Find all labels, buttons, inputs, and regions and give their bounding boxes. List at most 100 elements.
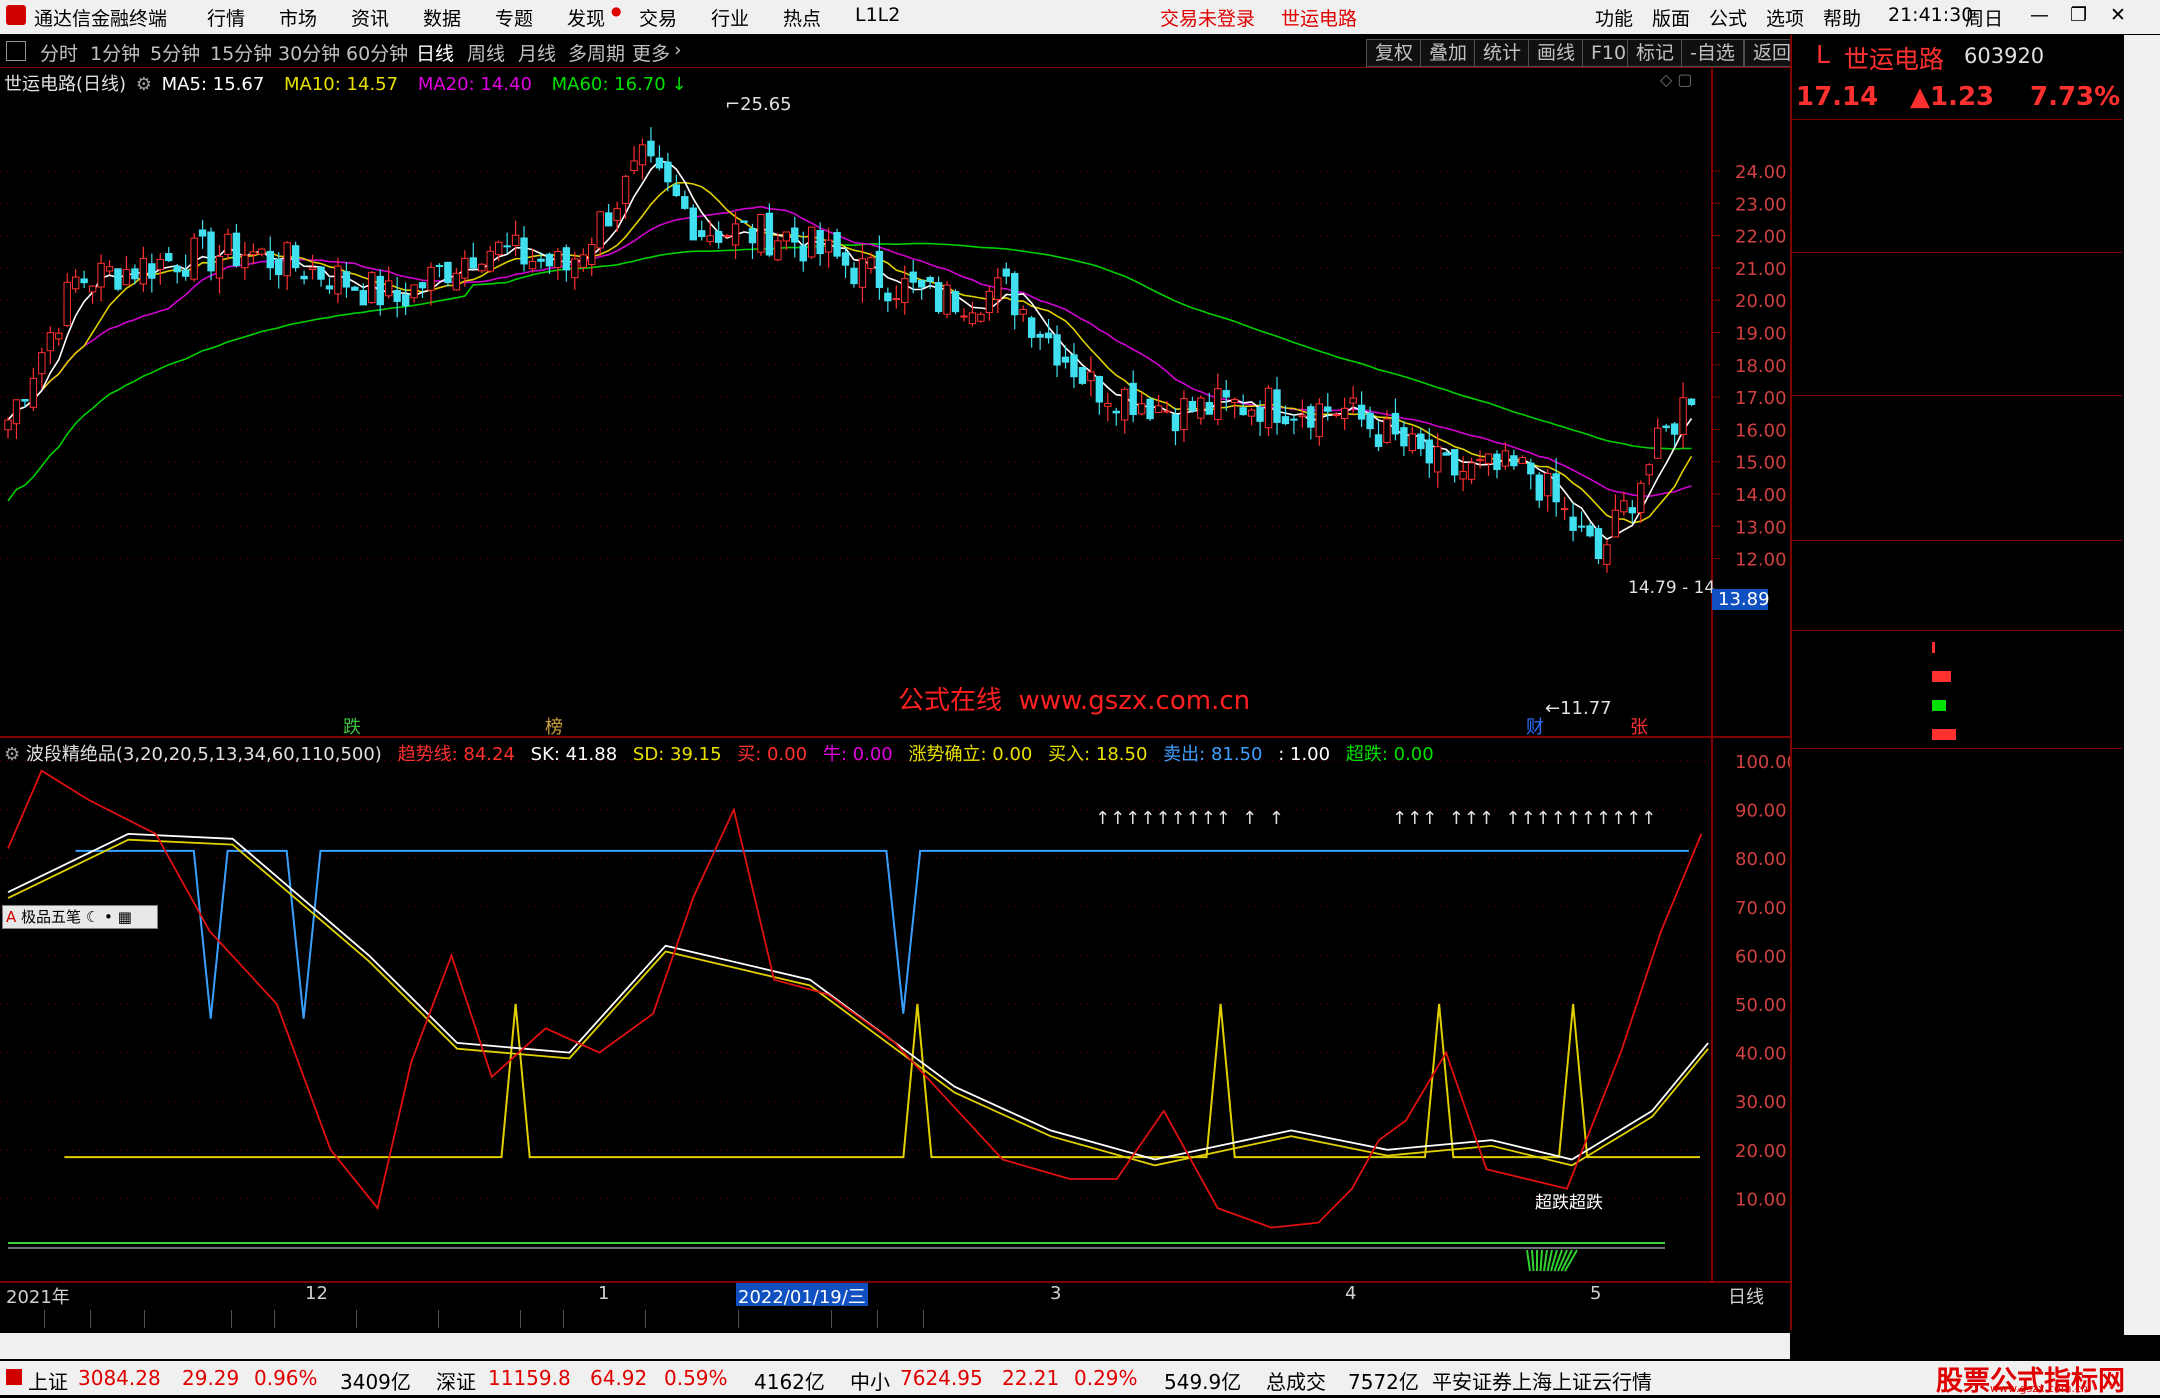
ma20-label: MA20: 14.40 (417, 74, 532, 95)
period-multi[interactable]: 多周期 (568, 39, 625, 66)
candle-body (97, 262, 105, 288)
flow-row (1792, 721, 2122, 748)
menu-item-gongshi[interactable]: 公式 (1709, 4, 1747, 31)
candle-body (977, 313, 985, 322)
sh-label[interactable]: 上证 (28, 1366, 68, 1395)
period-fenshi[interactable]: 分时 (40, 39, 78, 66)
y-tick-label: 19.00 (1735, 324, 1787, 345)
settings-icon[interactable]: ⚙ (136, 74, 152, 95)
chevron-right-icon[interactable]: › (674, 39, 682, 61)
tick-row (1792, 779, 2122, 806)
candle-body (1383, 418, 1391, 443)
y-tick-label: 15.00 (1735, 453, 1787, 474)
candle-body (1146, 398, 1154, 420)
menu-item-hangye[interactable]: 行业 (711, 4, 749, 31)
period-more[interactable]: 更多 (632, 39, 670, 66)
ask-row[interactable] (1792, 177, 2122, 204)
menu-item-gongneng[interactable]: 功能 (1595, 4, 1633, 31)
clock: 21:41:30 (1888, 4, 1974, 26)
close-icon[interactable]: ✕ (2110, 4, 2126, 26)
period-15min[interactable]: 15分钟 (210, 39, 272, 66)
period-5min[interactable]: 5分钟 (150, 39, 200, 66)
candle-body (1222, 390, 1230, 398)
restore-icon[interactable]: ❐ (2070, 4, 2087, 26)
marker-bang: 榜 (545, 717, 563, 738)
candle-body (1112, 410, 1120, 414)
candle-body (1501, 450, 1510, 467)
stat-row (1792, 483, 2122, 510)
candle-body (1535, 474, 1543, 501)
ind-y-tick-label: 70.00 (1735, 898, 1787, 919)
ime-toolbar[interactable]: A 极品五笔 ☾ • ▦ (2, 905, 158, 929)
menu-item-banmian[interactable]: 版面 (1652, 4, 1690, 31)
menu-item-hangqing[interactable]: 行情 (207, 4, 245, 31)
ime-a-icon[interactable]: A (6, 908, 16, 926)
minimize-icon[interactable]: — (2030, 4, 2049, 26)
candle-body (520, 237, 528, 265)
zx-label[interactable]: 中小 (850, 1366, 890, 1395)
candle-body (105, 266, 114, 272)
tab-separator (274, 1310, 275, 1328)
period-monthly[interactable]: 月线 (518, 39, 556, 66)
menu-item-shuju[interactable]: 数据 (423, 4, 461, 31)
period-60min[interactable]: 60分钟 (346, 39, 408, 66)
menu-dot-icon: ● (611, 4, 622, 18)
period-1min[interactable]: 1分钟 (90, 39, 140, 66)
low-label: ←11.77 (1545, 698, 1612, 719)
sz-label[interactable]: 深证 (436, 1366, 476, 1395)
candle-body (604, 212, 613, 227)
bid-row[interactable] (1792, 365, 2122, 392)
menu-item-bangzhu[interactable]: 帮助 (1823, 4, 1861, 31)
candle-body (613, 208, 621, 221)
ind-value-chaodie: 超跌: 0.00 (1345, 744, 1434, 765)
menu-item-l1l2[interactable]: L1L2 (855, 4, 900, 26)
bid-row[interactable] (1792, 257, 2122, 284)
indicator-tabs (0, 1306, 1790, 1332)
ime-keyboard-icon[interactable]: ▦ (118, 908, 132, 926)
menu-item-redian[interactable]: 热点 (783, 4, 821, 31)
tool-zixuan[interactable]: -自选 (1681, 39, 1744, 67)
panel-toggle-icon[interactable] (6, 41, 26, 61)
menu-item-jiaoyi[interactable]: 交易 (639, 4, 677, 31)
tool-huaxian[interactable]: 画线 (1528, 39, 1585, 67)
chart-corner-icons[interactable]: ◇ ▢ (1660, 70, 1693, 89)
tool-fuquan[interactable]: 复权 (1366, 39, 1423, 67)
ask-row[interactable] (1792, 123, 2122, 150)
ime-moon-icon[interactable]: ☾ • (86, 908, 113, 926)
menu-item-zhuanti[interactable]: 专题 (495, 4, 533, 31)
candle-body (562, 247, 571, 271)
candle-body (1247, 409, 1256, 417)
menu-item-xuanxiang[interactable]: 选项 (1766, 4, 1804, 31)
ask-row[interactable] (1792, 231, 2122, 258)
ask-row[interactable] (1792, 204, 2122, 231)
candle-body (1121, 388, 1129, 421)
last-price: 17.14 (1796, 82, 1879, 112)
broker-name[interactable]: 平安证券上海上证云行情 (1432, 1366, 1652, 1395)
period-weekly[interactable]: 周线 (467, 39, 505, 66)
kline-chart[interactable]: 24.00 23.00 22.00 21.00 20.00 19.00 18.00 17.00… (0, 68, 1790, 1283)
tool-biaoji[interactable]: 标记 (1627, 39, 1684, 67)
ma5-path (7, 160, 1693, 541)
extension-tabs (0, 1333, 1790, 1359)
sh-amount: 3409亿 (340, 1370, 411, 1394)
login-status[interactable]: 交易未登录 (1160, 4, 1255, 31)
bid-row[interactable] (1792, 338, 2122, 365)
candle-body (731, 223, 740, 246)
candle-body (960, 315, 968, 318)
period-daily[interactable]: 日线 (416, 39, 454, 66)
menu-item-shichang[interactable]: 市场 (279, 4, 317, 31)
period-toolbar: 分时 1分钟 5分钟 15分钟 30分钟 60分钟 日线 周线 月线 多周期 更… (0, 35, 1801, 68)
menu-item-faxian[interactable]: 发现 (567, 4, 605, 31)
candle-body (198, 229, 207, 237)
indicator-settings-icon[interactable]: ⚙ (4, 744, 20, 765)
y-tick-label: 12.00 (1735, 550, 1787, 571)
candle-body (1027, 317, 1036, 338)
menu-item-zixun[interactable]: 资讯 (351, 4, 389, 31)
tool-tongji[interactable]: 统计 (1474, 39, 1531, 67)
period-30min[interactable]: 30分钟 (278, 39, 340, 66)
candle-body (740, 220, 748, 223)
ask-row[interactable] (1792, 150, 2122, 177)
tool-diejia[interactable]: 叠加 (1420, 39, 1477, 67)
bid-row[interactable] (1792, 284, 2122, 311)
bid-row[interactable] (1792, 311, 2122, 338)
